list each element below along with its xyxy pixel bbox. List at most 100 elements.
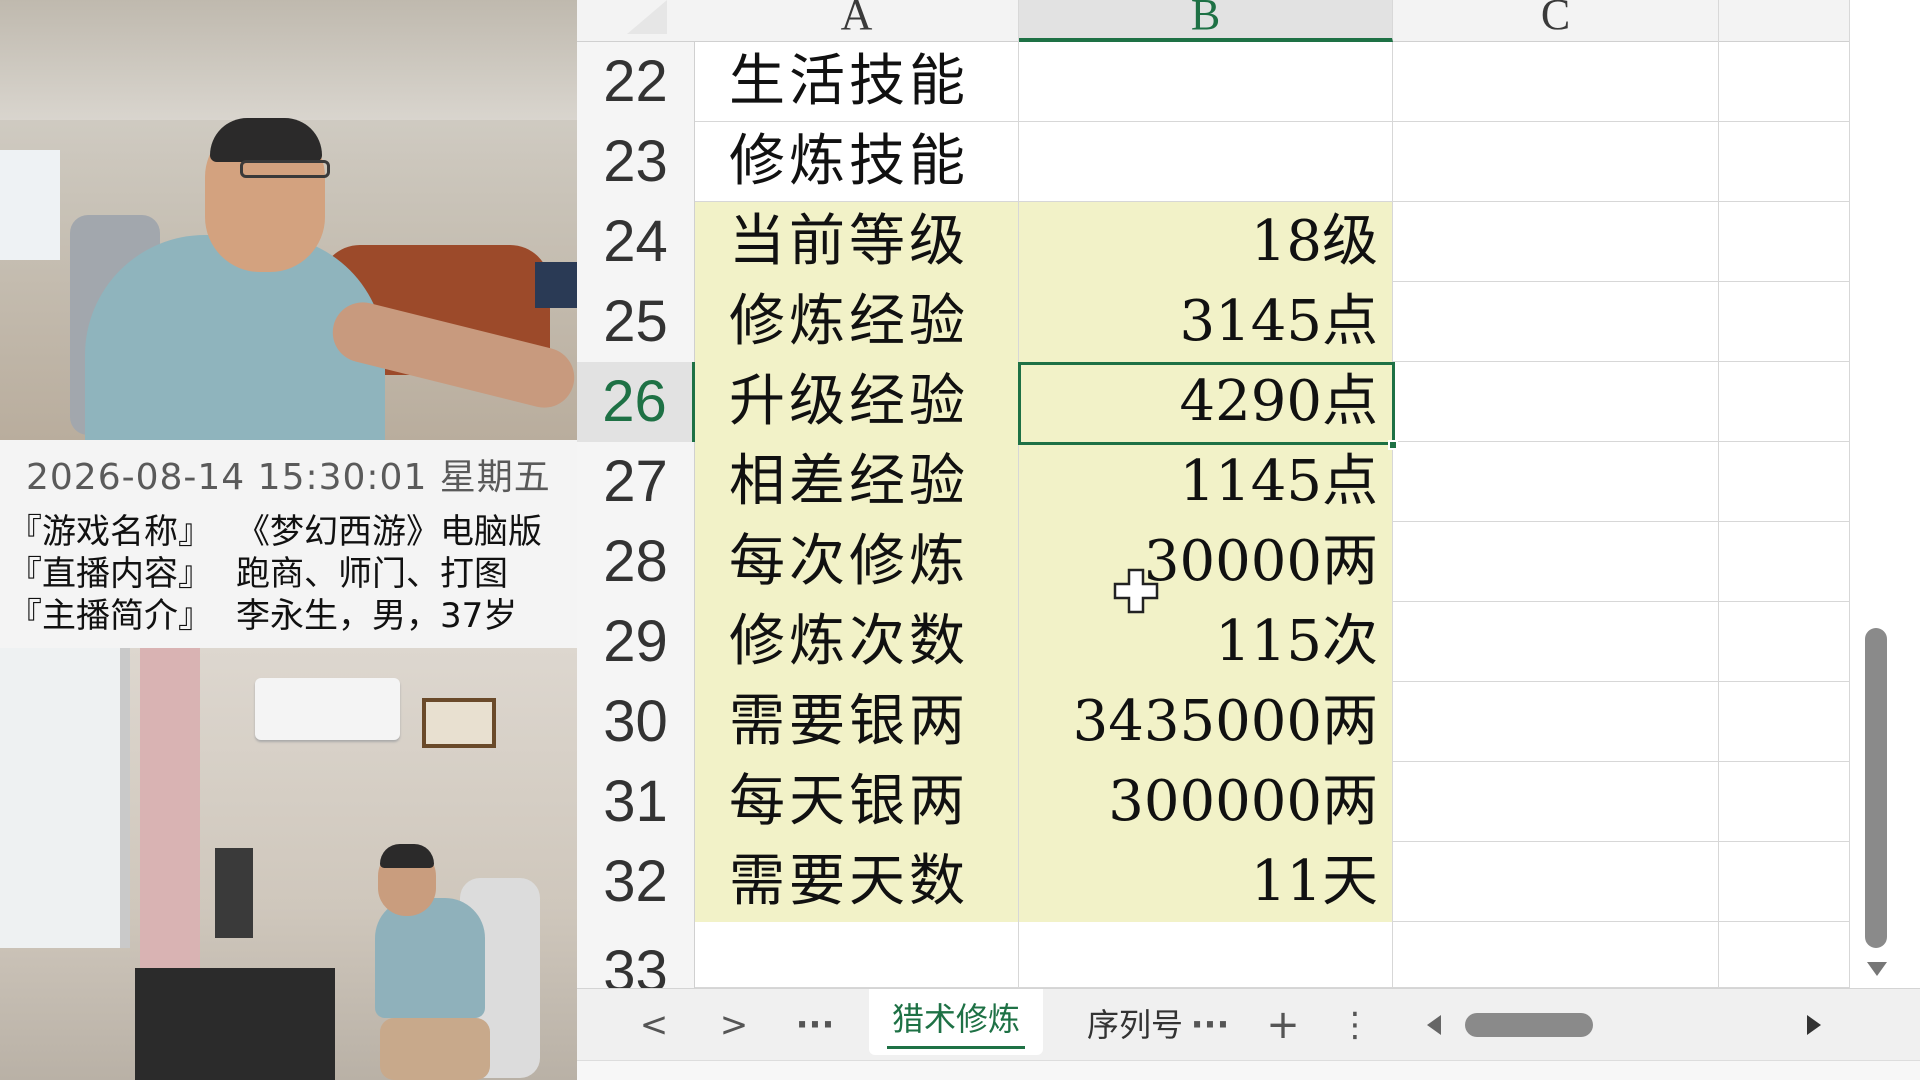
scroll-down-arrow-icon[interactable] — [1867, 962, 1887, 976]
row-number[interactable]: 32 — [577, 842, 695, 922]
row-number[interactable]: 33 — [577, 922, 695, 988]
select-all-corner[interactable] — [627, 0, 667, 34]
horizontal-scroll-thumb[interactable] — [1465, 1013, 1593, 1037]
cell-c24[interactable] — [1393, 202, 1719, 282]
table-row: 30 需要银两 3435000两 — [577, 682, 1850, 762]
column-header-row: A B C — [577, 0, 1850, 42]
cell-b26-selected[interactable]: 4290点 — [1019, 362, 1393, 442]
cell-b25[interactable]: 3145点 — [1019, 282, 1393, 362]
vertical-scroll-thumb[interactable] — [1865, 628, 1887, 948]
cell-c30[interactable] — [1393, 682, 1719, 762]
row-number[interactable]: 31 — [577, 762, 695, 842]
cell-c22[interactable] — [1393, 42, 1719, 122]
cell-a30[interactable]: 需要银两 — [695, 682, 1019, 762]
cell-d27[interactable] — [1719, 442, 1850, 522]
cell-d28[interactable] — [1719, 522, 1850, 602]
table-row: 32 需要天数 11天 — [577, 842, 1850, 922]
cell-b30[interactable]: 3435000两 — [1019, 682, 1393, 762]
cell-c33[interactable] — [1393, 922, 1719, 988]
fill-handle[interactable] — [1388, 440, 1398, 450]
tab-menu-button[interactable]: ⋮ — [1335, 1001, 1375, 1049]
cell-b27[interactable]: 1145点 — [1019, 442, 1393, 522]
table-row: 26 升级经验 4290点 — [577, 362, 1850, 442]
cell-d31[interactable] — [1719, 762, 1850, 842]
table-row: 27 相差经验 1145点 — [577, 442, 1850, 522]
prev-sheet-button[interactable]: < — [629, 1001, 679, 1049]
sheet-tab-active[interactable]: 猎术修炼 — [869, 989, 1043, 1055]
info-value: 李永生，男，37岁 — [236, 596, 518, 636]
cell-d32[interactable] — [1719, 842, 1850, 922]
table-row: 31 每天银两 300000两 — [577, 762, 1850, 842]
cell-a31[interactable]: 每天银两 — [695, 762, 1019, 842]
row-number[interactable]: 29 — [577, 602, 695, 682]
cell-d25[interactable] — [1719, 282, 1850, 362]
column-header-a[interactable]: A — [695, 0, 1019, 42]
cell-d22[interactable] — [1719, 42, 1850, 122]
cell-b33[interactable] — [1019, 922, 1393, 988]
cell-d23[interactable] — [1719, 122, 1850, 202]
vertical-scrollbar[interactable] — [1859, 42, 1895, 988]
cell-a22[interactable]: 生活技能 — [695, 42, 1019, 122]
column-header-d[interactable] — [1719, 0, 1850, 42]
cell-a26[interactable]: 升级经验 — [695, 362, 1019, 442]
sheet-tab-bar: < > ··· 猎术修炼 序列号 ··· + ⋮ — [577, 988, 1920, 1060]
row-number[interactable]: 27 — [577, 442, 695, 522]
add-sheet-button[interactable]: + — [1255, 1001, 1311, 1049]
cell-c28[interactable] — [1393, 522, 1719, 602]
cell-b31[interactable]: 300000两 — [1019, 762, 1393, 842]
sheet-tab-second[interactable]: 序列号 — [1087, 1001, 1185, 1049]
cell-b32[interactable]: 11天 — [1019, 842, 1393, 922]
cell-a33[interactable] — [695, 922, 1019, 988]
table-row: 25 修炼经验 3145点 — [577, 282, 1850, 362]
stream-info-box: 2026-08-14 15:30:01 星期五 『游戏名称』 《梦幻西游》电脑版 … — [0, 440, 577, 648]
horizontal-scrollbar[interactable] — [1419, 1003, 1839, 1047]
cell-c31[interactable] — [1393, 762, 1719, 842]
cell-c23[interactable] — [1393, 122, 1719, 202]
cell-a29[interactable]: 修炼次数 — [695, 602, 1019, 682]
cell-d24[interactable] — [1719, 202, 1850, 282]
cell-a23[interactable]: 修炼技能 — [695, 122, 1019, 202]
cell-c29[interactable] — [1393, 602, 1719, 682]
cell-a28[interactable]: 每次修炼 — [695, 522, 1019, 602]
row-number[interactable]: 30 — [577, 682, 695, 762]
cell-d26[interactable] — [1719, 362, 1850, 442]
cell-d30[interactable] — [1719, 682, 1850, 762]
cell-a25[interactable]: 修炼经验 — [695, 282, 1019, 362]
cell-a27[interactable]: 相差经验 — [695, 442, 1019, 522]
timestamp: 2026-08-14 15:30:01 星期五 — [26, 457, 551, 498]
spreadsheet-view: A B C 22 生活技能 23 修炼技能 24 当前等级 18级 25 修炼经… — [577, 0, 1920, 1080]
row-number[interactable]: 22 — [577, 42, 695, 122]
cell-b22[interactable] — [1019, 42, 1393, 122]
row-number[interactable]: 28 — [577, 522, 695, 602]
more-sheets-button[interactable]: ··· — [787, 1001, 843, 1049]
cell-d29[interactable] — [1719, 602, 1850, 682]
row-number[interactable]: 26 — [577, 362, 695, 442]
stream-overlay-panel: 2026-08-14 15:30:01 星期五 『游戏名称』 《梦幻西游》电脑版 … — [0, 0, 577, 1080]
cell-a24[interactable]: 当前等级 — [695, 202, 1019, 282]
table-row: 33 — [577, 922, 1850, 988]
row-number[interactable]: 25 — [577, 282, 695, 362]
cell-c27[interactable] — [1393, 442, 1719, 522]
cell-c25[interactable] — [1393, 282, 1719, 362]
table-row: 23 修炼技能 — [577, 122, 1850, 202]
cell-b28[interactable]: 30000两 — [1019, 522, 1393, 602]
cell-b23[interactable] — [1019, 122, 1393, 202]
scroll-left-arrow-icon[interactable] — [1427, 1015, 1441, 1035]
table-row: 24 当前等级 18级 — [577, 202, 1850, 282]
cell-a32[interactable]: 需要天数 — [695, 842, 1019, 922]
column-header-c[interactable]: C — [1393, 0, 1719, 42]
sheet-options-button[interactable]: ··· — [1185, 1001, 1235, 1049]
cell-c26[interactable] — [1393, 362, 1719, 442]
cell-c32[interactable] — [1393, 842, 1719, 922]
cell-b24[interactable]: 18级 — [1019, 202, 1393, 282]
column-header-b[interactable]: B — [1019, 0, 1393, 42]
row-number[interactable]: 24 — [577, 202, 695, 282]
cell-d33[interactable] — [1719, 922, 1850, 988]
info-line-host: 『主播简介』 李永生，男，37岁 — [8, 588, 517, 637]
cell-b29[interactable]: 115次 — [1019, 602, 1393, 682]
info-key: 『主播简介』 — [8, 596, 212, 636]
next-sheet-button[interactable]: > — [709, 1001, 759, 1049]
move-cursor-icon — [1113, 568, 1159, 614]
row-number[interactable]: 23 — [577, 122, 695, 202]
scroll-right-arrow-icon[interactable] — [1807, 1015, 1821, 1035]
